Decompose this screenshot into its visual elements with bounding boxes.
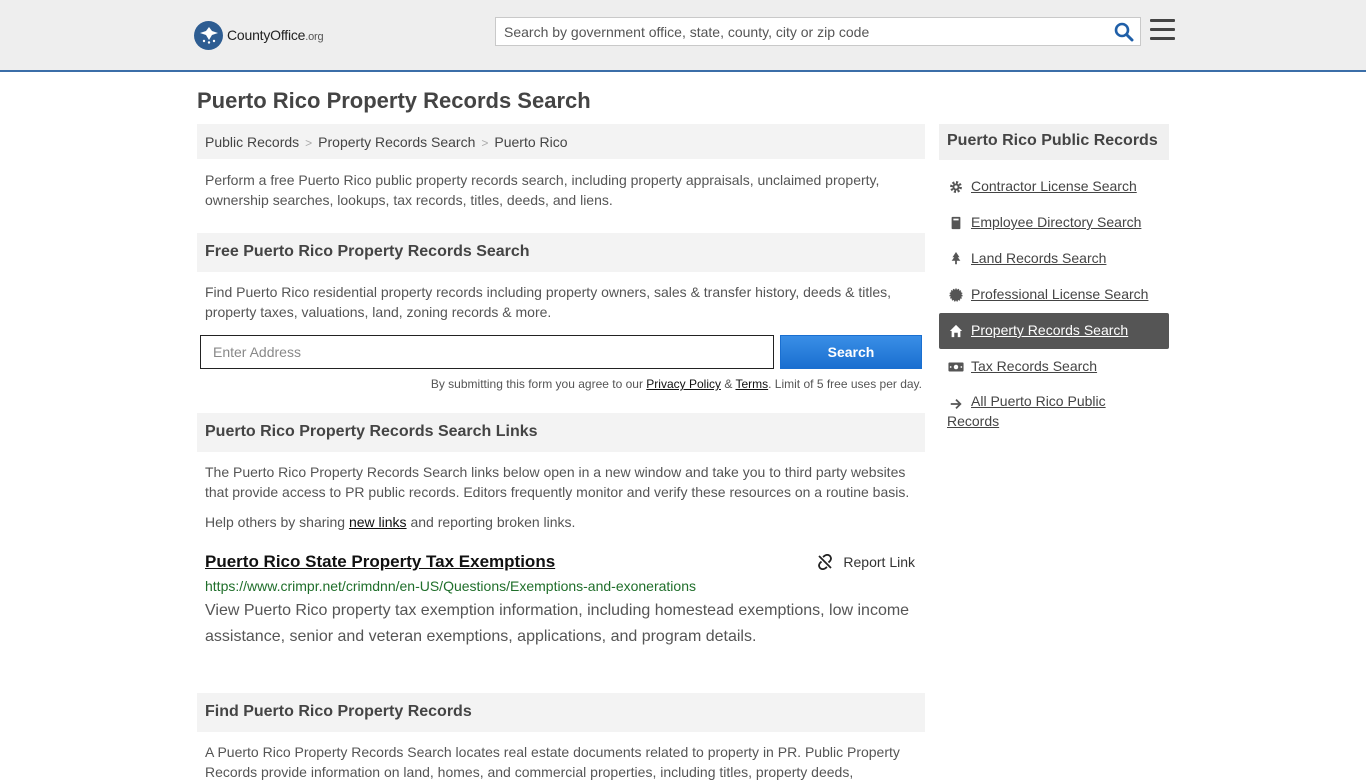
gear-icon	[950, 181, 962, 193]
sidebar: Puerto Rico Public Records Contractor Li…	[939, 124, 1169, 441]
sidebar-all-label-line2: Records	[947, 413, 1000, 429]
sidebar-all-label-line1: All Puerto Rico Public	[971, 393, 1106, 409]
broken-link-icon	[818, 554, 833, 570]
terms-amp: &	[724, 377, 733, 391]
breadcrumb-property-records[interactable]: Property Records Search	[318, 134, 475, 150]
main-content: Public Records > Property Records Search > P…	[197, 124, 925, 782]
sidebar-item-label: Professional License Search	[971, 286, 1149, 302]
breadcrumb-separator: >	[481, 136, 489, 150]
site-logo[interactable]: CountyOffice.org	[194, 20, 324, 50]
breadcrumb: Public Records > Property Records Search > P…	[197, 124, 925, 159]
sidebar-item-all-public-records[interactable]: All Puerto Rico Public Records	[939, 385, 1169, 441]
page-title: Puerto Rico Property Records Search	[197, 88, 591, 113]
report-link-button[interactable]: Report Link	[817, 554, 915, 570]
report-link-label: Report Link	[843, 554, 915, 570]
sidebar-item-land-records[interactable]: Land Records Search	[939, 241, 1169, 277]
breadcrumb-puerto-rico[interactable]: Puerto Rico	[494, 134, 567, 150]
sidebar-item-label: Contractor License Search	[971, 178, 1137, 194]
sidebar-item-employee-directory[interactable]: Employee Directory Search	[939, 205, 1169, 241]
breadcrumb-public-records[interactable]: Public Records	[205, 134, 299, 150]
terms-notice: By submitting this form you agree to our…	[197, 377, 925, 391]
find-records-heading: Find Puerto Rico Property Records	[197, 693, 925, 732]
privacy-policy-link[interactable]: Privacy Policy	[646, 377, 721, 391]
link-entry-description: View Puerto Rico property tax exemption …	[205, 602, 910, 645]
terms-prefix: By submitting this form you agree to our	[430, 377, 643, 391]
search-icon[interactable]	[1114, 22, 1134, 42]
breadcrumb-separator: >	[305, 136, 313, 150]
logo-main-text: CountyOffice	[227, 27, 306, 43]
sidebar-item-contractor-license[interactable]: Contractor License Search	[939, 169, 1169, 205]
money-icon	[948, 362, 964, 372]
address-input[interactable]	[200, 335, 774, 369]
logo-suffix-text: .org	[305, 31, 324, 43]
home-icon	[949, 324, 963, 338]
find-records-description: A Puerto Rico Property Records Search lo…	[205, 744, 900, 780]
sidebar-item-property-records[interactable]: Property Records Search	[939, 313, 1169, 349]
sidebar-item-tax-records[interactable]: Tax Records Search	[939, 349, 1169, 385]
sidebar-item-label: Land Records Search	[971, 250, 1107, 266]
terms-suffix: . Limit of 5 free uses per day.	[768, 377, 922, 391]
intro-text: Perform a free Puerto Rico public proper…	[205, 172, 880, 208]
address-search-button[interactable]: Search	[780, 335, 922, 369]
hamburger-menu-icon[interactable]	[1150, 19, 1175, 42]
share-prefix: Help others by sharing	[205, 514, 346, 530]
terms-link[interactable]: Terms	[735, 377, 768, 391]
link-entry: Puerto Rico State Property Tax Exemption…	[197, 552, 925, 650]
links-description: The Puerto Rico Property Records Search …	[205, 464, 910, 500]
book-icon	[951, 216, 961, 230]
logo-wordmark: CountyOffice.org	[227, 27, 324, 43]
tree-icon	[951, 252, 961, 265]
sidebar-item-professional-license[interactable]: Professional License Search	[939, 277, 1169, 313]
free-search-description: Find Puerto Rico residential property re…	[205, 284, 892, 320]
sidebar-item-label: Employee Directory Search	[971, 214, 1142, 230]
share-suffix: and reporting broken links.	[410, 514, 576, 530]
link-entry-url[interactable]: https://www.crimpr.net/crimdnn/en-US/Que…	[205, 578, 917, 594]
free-search-heading: Free Puerto Rico Property Records Search	[197, 233, 925, 272]
site-search	[495, 17, 1141, 46]
sidebar-item-label: Tax Records Search	[971, 358, 1098, 374]
share-text: Help others by sharing new links and rep…	[197, 512, 925, 532]
site-search-input[interactable]	[496, 18, 1096, 45]
arrow-right-icon	[950, 399, 962, 409]
site-header: CountyOffice.org	[0, 0, 1366, 72]
links-heading: Puerto Rico Property Records Search Link…	[197, 413, 925, 452]
eagle-seal-icon	[194, 20, 223, 50]
new-links-link[interactable]: new links	[349, 514, 407, 530]
link-entry-title[interactable]: Puerto Rico State Property Tax Exemption…	[205, 552, 917, 572]
sidebar-heading: Puerto Rico Public Records	[939, 124, 1169, 160]
sidebar-item-label: Property Records Search	[971, 322, 1129, 338]
address-search-form: Search	[197, 335, 925, 371]
certificate-icon	[949, 288, 963, 302]
